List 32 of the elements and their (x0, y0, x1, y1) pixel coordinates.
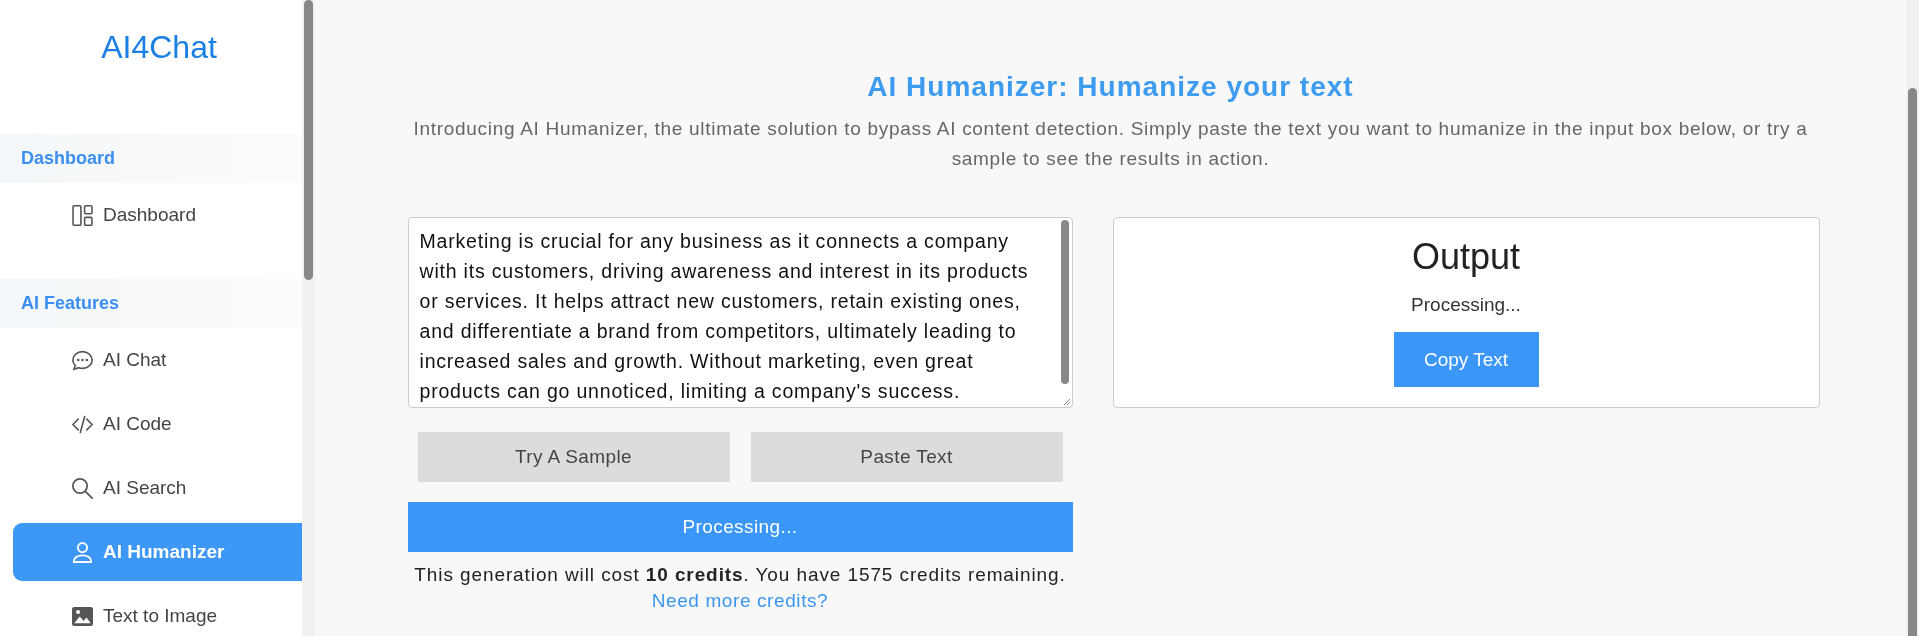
action-button[interactable]: Paste Text (750, 432, 1063, 482)
nav-item-label: Dashboard (103, 204, 196, 226)
action-button[interactable]: Try A Sample (417, 432, 730, 482)
scrollbar-thumb[interactable] (1060, 220, 1069, 384)
person-icon (72, 541, 93, 563)
logo[interactable]: AI4Chat (0, 0, 302, 66)
code-icon (72, 413, 93, 435)
scrollbar-thumb[interactable] (304, 0, 313, 280)
output-status: Processing... (1411, 293, 1521, 317)
nav-item[interactable]: AI Search (13, 459, 302, 517)
nav-item-label: AI Chat (103, 349, 167, 371)
nav-item[interactable]: Text to Image (13, 587, 302, 636)
section-heading: AI Features (0, 279, 302, 328)
credits-note: This generation will cost 10 credits. You have 1575 credits remaining. (413, 563, 1067, 587)
text-input-field[interactable]: Marketing is crucial for any business as it connects a company with its customers, driving awareness and interest in its products or services. It helps attract new customers, retain existing ones, and differentiate a brand from competitors, ultimately leading to increased sales and growth. Without marketing, even great products can go unnoticed, limiting a company's success. (407, 217, 1073, 408)
page-title: AI Humanizer: Humanize your text (867, 70, 1354, 104)
nav-item[interactable]: AI Chat (13, 331, 302, 389)
resize-grip-icon[interactable] (1063, 399, 1070, 405)
output-title: Output (1411, 235, 1521, 279)
section-heading: Dashboard (0, 134, 302, 183)
image-icon (72, 605, 93, 627)
dashboard-icon (72, 204, 93, 226)
nav-item-label: AI Code (103, 413, 172, 435)
nav-item[interactable]: AI Code (13, 395, 302, 453)
chat-icon (72, 349, 93, 371)
nav-item-label: AI Humanizer (103, 541, 225, 563)
scrollbar-thumb[interactable] (1908, 88, 1917, 636)
nav-item[interactable]: Dashboard (13, 186, 302, 244)
nav-item-label: Text to Image (103, 605, 218, 627)
search-icon (72, 477, 93, 499)
page-description: Introducing AI Humanizer, the ultimate solution to bypass AI content detection. Simply paste the text you want to humanize in the input box below, or try a sample to see the results in action. (412, 117, 1809, 171)
nav-item-label: AI Search (103, 477, 187, 499)
